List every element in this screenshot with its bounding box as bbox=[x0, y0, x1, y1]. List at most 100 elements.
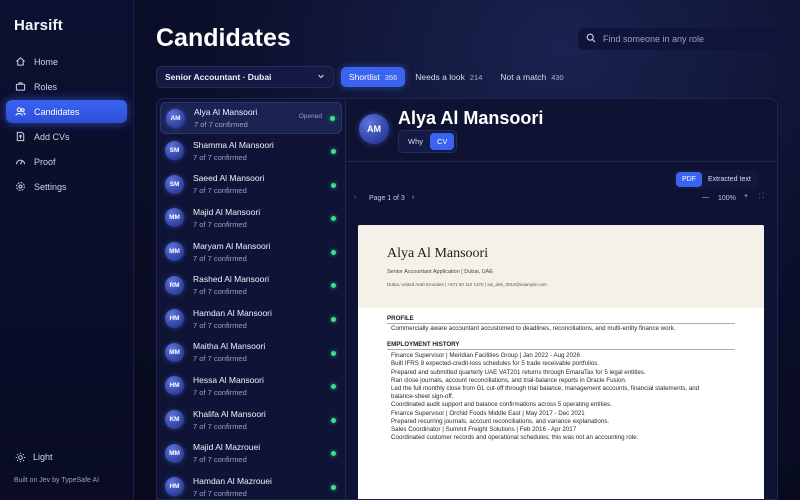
cv-header: Alya Al Mansoori Senior Accountant Appli… bbox=[358, 225, 764, 308]
tab-shortlist[interactable]: Shortlist 356 bbox=[341, 67, 406, 87]
candidate-text: Hamdan Al Mansoori 7 of 7 confirmed bbox=[193, 308, 272, 330]
tab-count: 214 bbox=[469, 72, 483, 82]
candidate-confirmed: 7 of 7 confirmed bbox=[193, 421, 247, 431]
candidate-name: Majid Al Mansoori bbox=[193, 206, 261, 217]
cv-button[interactable]: CV bbox=[430, 133, 455, 150]
status-dot bbox=[331, 350, 336, 356]
status-dot bbox=[331, 451, 336, 457]
sidebar-item-proof[interactable]: Proof bbox=[6, 150, 127, 173]
zoom-out-icon[interactable]: — bbox=[702, 194, 709, 201]
theme-toggle-label: Light bbox=[33, 452, 53, 462]
candidate-row[interactable]: SM Saeed Al Mansoori 7 of 7 confirmed bbox=[157, 168, 345, 202]
status-dot bbox=[331, 283, 336, 289]
status-dot bbox=[331, 384, 336, 390]
search-icon bbox=[586, 30, 596, 48]
sidebar-item-label: Proof bbox=[34, 156, 56, 167]
candidate-row[interactable]: HM Hamdan Al Mansoori 7 of 7 confirmed bbox=[157, 302, 345, 336]
search-box[interactable] bbox=[578, 28, 777, 50]
cv-role: Senior Accountant Application | Dubai, U… bbox=[387, 269, 493, 275]
candidate-row[interactable]: HM Hamdan Al Mazrouei 7 of 7 confirmed bbox=[157, 470, 345, 499]
status-dot bbox=[331, 249, 336, 255]
cv-line: Sales Coordinator | Summit Freight Solut… bbox=[391, 426, 577, 434]
cv-profile-section: PROFILE Commercially aware accountant ac… bbox=[387, 315, 735, 333]
status-dot bbox=[331, 149, 336, 154]
candidate-row[interactable]: MM Maryam Al Mansoori 7 of 7 confirmed bbox=[157, 235, 345, 269]
cv-line: Commercially aware accountant accustomed… bbox=[391, 325, 676, 332]
candidate-name: Majid Al Mazrouei bbox=[193, 442, 261, 453]
status-dot bbox=[331, 484, 336, 490]
candidate-row[interactable]: MM Maitha Al Mansoori 7 of 7 confirmed bbox=[157, 336, 345, 370]
candidate-confirmed: 7 of 7 confirmed bbox=[193, 455, 247, 465]
why-button[interactable]: Why bbox=[401, 133, 430, 150]
cv-line: Coordinated customer records and operati… bbox=[391, 434, 639, 442]
cv-line: Led the full monthly close from GL cut-o… bbox=[391, 385, 700, 393]
gauge-icon bbox=[14, 156, 26, 168]
sun-icon bbox=[14, 451, 26, 463]
section-heading: EMPLOYMENT HISTORY bbox=[387, 341, 735, 351]
tab-not-a-match[interactable]: Not a match 430 bbox=[492, 67, 571, 87]
tab-needs-a-look[interactable]: Needs a look 214 bbox=[407, 67, 490, 87]
avatar: HM bbox=[165, 309, 184, 329]
avatar: KM bbox=[165, 410, 184, 430]
cv-name: Alya Al Mansoori bbox=[387, 246, 489, 261]
sidebar-item-roles[interactable]: Roles bbox=[6, 75, 127, 98]
candidate-name: Hamdan Al Mansoori bbox=[193, 307, 272, 318]
candidate-name: Shamma Al Mansoori bbox=[193, 139, 274, 150]
candidate-confirmed: 7 of 7 confirmed bbox=[193, 287, 247, 297]
pdf-button[interactable]: PDF bbox=[676, 172, 702, 187]
sidebar-item-home[interactable]: Home bbox=[6, 50, 127, 73]
sidebar-item-settings[interactable]: Settings bbox=[6, 175, 127, 198]
candidate-confirmed: 7 of 7 confirmed bbox=[193, 354, 247, 364]
cv-line: Prepared recurring journals, account rec… bbox=[391, 417, 610, 425]
sidebar-item-label: Settings bbox=[34, 181, 67, 192]
role-select[interactable]: Senior Accountant · Dubai bbox=[156, 66, 334, 88]
candidate-row[interactable]: AM Alya Al Mansoori 7 of 7 confirmed Ope… bbox=[160, 102, 342, 134]
candidate-row[interactable]: HM Hessa Al Mansoori 7 of 7 confirmed bbox=[157, 369, 345, 403]
theme-toggle[interactable]: Light bbox=[14, 451, 53, 463]
candidate-row[interactable]: MM Majid Al Mazrouei 7 of 7 confirmed bbox=[157, 436, 345, 470]
tab-count: 356 bbox=[384, 72, 398, 82]
candidate-row[interactable]: RM Rashed Al Mansoori 7 of 7 confirmed bbox=[157, 268, 345, 302]
status-dot bbox=[331, 182, 336, 188]
sidebar-item-label: Candidates bbox=[34, 106, 80, 117]
brand-logo[interactable]: Harsift bbox=[14, 17, 63, 34]
avatar: HM bbox=[165, 376, 184, 396]
candidate-text: Shamma Al Mansoori 7 of 7 confirmed bbox=[193, 140, 274, 162]
search-input[interactable] bbox=[603, 34, 763, 44]
candidate-row[interactable]: SM Shamma Al Mansoori 7 of 7 confirmed bbox=[157, 134, 345, 168]
candidate-name: Saeed Al Mansoori bbox=[193, 173, 265, 184]
role-select-value: Senior Accountant · Dubai bbox=[165, 72, 272, 82]
cv-document: Alya Al Mansoori Senior Accountant Appli… bbox=[358, 225, 764, 499]
page-indicator: Page 1 of 3 bbox=[369, 195, 405, 202]
cv-employment-section: EMPLOYMENT HISTORY Finance Supervisor | … bbox=[387, 341, 735, 442]
fit-page-icon[interactable]: ⛶ bbox=[759, 193, 764, 201]
candidate-row[interactable]: MM Majid Al Mansoori 7 of 7 confirmed bbox=[157, 201, 345, 235]
section-heading: PROFILE bbox=[387, 315, 735, 324]
extracted-text-button[interactable]: Extracted text bbox=[702, 172, 757, 187]
cv-line: Finance Supervisor | Meridian Facilities… bbox=[391, 352, 580, 360]
candidate-detail-name: Alya Al Mansoori bbox=[398, 108, 544, 128]
candidate-row[interactable]: KM Khalifa Al Mansoori 7 of 7 confirmed bbox=[157, 403, 345, 437]
candidate-name: Hamdan Al Mazrouei bbox=[193, 475, 272, 486]
avatar: AM bbox=[359, 114, 389, 144]
zoom-in-icon[interactable]: + bbox=[744, 193, 748, 200]
chevron-left-icon[interactable]: ‹ bbox=[354, 194, 356, 201]
candidate-name: Maryam Al Mansoori bbox=[193, 240, 271, 251]
candidate-text: Majid Al Mansoori 7 of 7 confirmed bbox=[193, 207, 260, 229]
cv-line: Built IFRS 9 expected-credit-loss schedu… bbox=[391, 360, 600, 368]
sidebar-item-candidates[interactable]: Candidates bbox=[6, 100, 127, 123]
sidebar-item-add-cvs[interactable]: Add CVs bbox=[6, 125, 127, 148]
sidebar: Harsift Home Roles Candidates Add CVs Pr… bbox=[0, 0, 134, 500]
tab-label: Shortlist bbox=[349, 72, 380, 82]
tab-count: 430 bbox=[551, 72, 564, 82]
cv-contact: Dubai, United Arab Emirates | +971 50 11… bbox=[387, 282, 547, 287]
cv-line: balance-sheet sign-off. bbox=[391, 393, 454, 401]
filter-tabs: Shortlist 356 Needs a look 214 Not a mat… bbox=[341, 67, 574, 87]
status-badge: Opened bbox=[298, 113, 322, 120]
divider bbox=[346, 161, 777, 162]
users-icon bbox=[14, 106, 26, 118]
document-view-switch: PDF Extracted text bbox=[674, 170, 759, 189]
cv-line: Prepared and submitted quarterly UAE VAT… bbox=[391, 368, 646, 376]
chevron-right-icon[interactable]: › bbox=[412, 194, 414, 201]
candidate-confirmed: 7 of 7 confirmed bbox=[193, 152, 247, 162]
